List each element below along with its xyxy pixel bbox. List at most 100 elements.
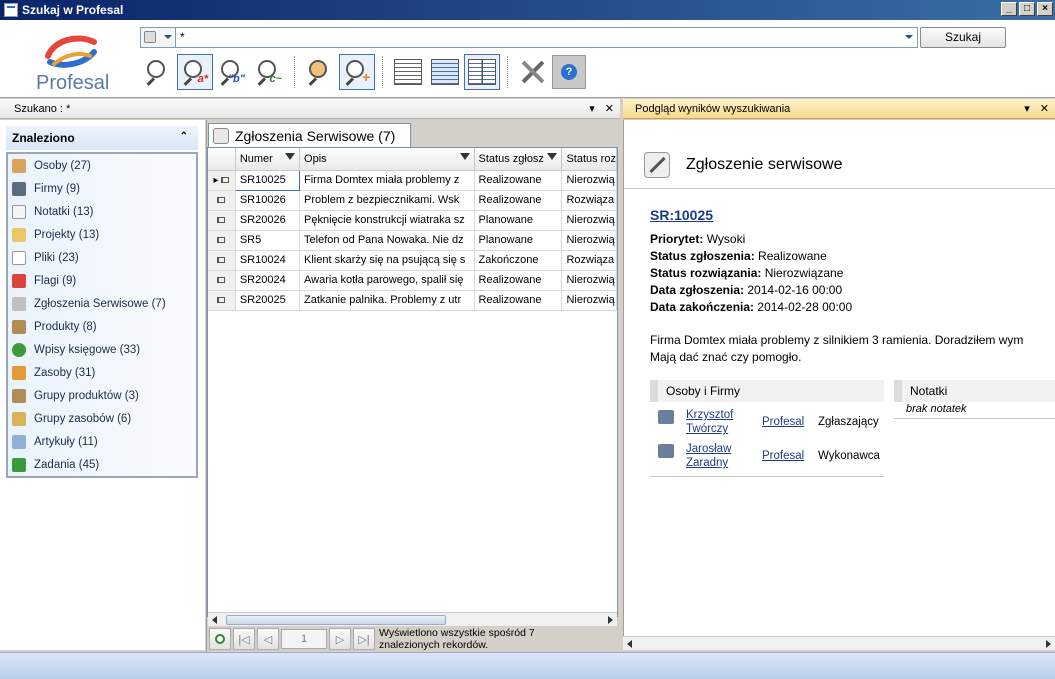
scroll-left-icon[interactable] bbox=[212, 616, 217, 624]
row-selector[interactable]: ▸ bbox=[208, 170, 236, 191]
filter-icon[interactable] bbox=[547, 153, 558, 160]
panel-menu-chevron-icon[interactable]: ▾ bbox=[589, 102, 595, 115]
results-pager: |◁ ◁ 1 ▷ ▷| Wyświetlono wszystkie spośró… bbox=[207, 626, 619, 652]
table-row[interactable]: SR10024 Klient skarży się na psującą się… bbox=[208, 250, 617, 271]
view-details-button[interactable] bbox=[427, 54, 463, 90]
row-selector[interactable] bbox=[208, 210, 236, 231]
row-selector[interactable] bbox=[208, 190, 236, 211]
category-artykuly[interactable]: Artykuły (11) bbox=[8, 430, 196, 453]
search-prefix-button[interactable]: a* bbox=[177, 54, 213, 90]
refresh-button[interactable] bbox=[209, 628, 231, 650]
view-list-button[interactable] bbox=[390, 54, 426, 90]
close-window-button[interactable]: × bbox=[1037, 2, 1053, 16]
column-header-status-zgloszenia[interactable]: Status zgłosz bbox=[474, 148, 563, 171]
logo-text: Profesal bbox=[36, 72, 110, 94]
service-description: Firma Domtex miała problemy z silnikiem … bbox=[650, 333, 1024, 364]
filter-icon[interactable] bbox=[285, 153, 296, 160]
column-header-status-rozwiazania[interactable]: Status roz bbox=[561, 148, 617, 171]
category-flagi[interactable]: Flagi (9) bbox=[8, 269, 196, 292]
chevron-down-icon bbox=[164, 35, 172, 39]
page-number-input[interactable]: 1 bbox=[281, 629, 327, 649]
split-view-icon bbox=[468, 59, 496, 85]
flag-icon bbox=[12, 273, 26, 288]
row-selector[interactable] bbox=[208, 270, 236, 291]
scroll-left-icon[interactable] bbox=[627, 640, 632, 648]
category-firmy[interactable]: Firmy (9) bbox=[8, 177, 196, 200]
found-panel: Znaleziono ⌃ Osoby (27) Firmy (9) Notatk… bbox=[0, 120, 205, 650]
people-companies-header: Osoby i Firmy bbox=[650, 380, 884, 402]
category-grupy-produktow[interactable]: Grupy produktów (3) bbox=[8, 384, 196, 407]
service-icon bbox=[213, 127, 229, 144]
search-type-dropdown[interactable] bbox=[140, 26, 176, 48]
scroll-thumb[interactable] bbox=[226, 615, 446, 625]
company-link[interactable]: Profesal bbox=[762, 450, 804, 462]
column-header-numer[interactable]: Numer bbox=[235, 148, 301, 171]
filter-icon[interactable] bbox=[459, 153, 470, 160]
settings-button[interactable] bbox=[515, 54, 551, 90]
category-projekty[interactable]: Projekty (13) bbox=[8, 223, 196, 246]
table-row[interactable]: SR20025 Zatkanie palnika. Problemy z utr… bbox=[208, 290, 617, 311]
category-produkty[interactable]: Produkty (8) bbox=[8, 315, 196, 338]
category-zgloszenia[interactable]: Zgłoszenia Serwisowe (7) bbox=[8, 292, 196, 315]
table-row[interactable]: ▸ SR10025 Firma Domtex miała problemy z … bbox=[208, 169, 617, 191]
help-button[interactable]: ? bbox=[552, 55, 586, 89]
field-data-zakonczenia: Data zakończenia: 2014-02-28 00:00 bbox=[650, 300, 853, 314]
notes-header: Notatki bbox=[894, 380, 1055, 402]
search-exact-button[interactable]: "b" bbox=[214, 54, 250, 90]
company-link[interactable]: Profesal bbox=[762, 416, 804, 428]
table-row[interactable]: SR20024 Awaria kotła parowego, spalił si… bbox=[208, 270, 617, 291]
search-button[interactable]: Szukaj bbox=[920, 26, 1006, 48]
results-horizontal-scrollbar[interactable] bbox=[208, 612, 617, 626]
panel-close-icon[interactable]: ✕ bbox=[605, 102, 614, 115]
product-icon bbox=[12, 319, 26, 334]
people-divider bbox=[650, 476, 884, 477]
service-request-link[interactable]: SR:10025 bbox=[650, 207, 713, 223]
category-pliki[interactable]: Pliki (23) bbox=[8, 246, 196, 269]
preview-title: Zgłoszenie serwisowe bbox=[686, 156, 843, 173]
profesal-logo: Profesal bbox=[22, 32, 122, 98]
view-split-button[interactable] bbox=[464, 54, 500, 90]
row-selector[interactable] bbox=[208, 290, 236, 311]
search-all-button[interactable] bbox=[140, 54, 176, 90]
pager-status: Wyświetlono wszystkie spośród 7 znalezio… bbox=[379, 627, 535, 651]
scroll-right-icon[interactable] bbox=[1046, 640, 1051, 648]
preview-panel-header: Podgląd wyników wyszukiwania ▾ ✕ bbox=[623, 99, 1055, 119]
person-role: Zgłaszający bbox=[818, 416, 879, 428]
table-row[interactable]: SR20026 Pęknięcie konstrukcji wiatraka s… bbox=[208, 210, 617, 231]
person-company-icon bbox=[658, 410, 674, 424]
search-fuzzy-button[interactable]: c~ bbox=[251, 54, 287, 90]
person-link[interactable]: Krzysztof bbox=[686, 408, 733, 422]
category-notatki[interactable]: Notatki (13) bbox=[8, 200, 196, 223]
maximize-button[interactable]: □ bbox=[1019, 2, 1035, 16]
search-add-button[interactable]: + bbox=[339, 54, 375, 90]
tab-zgloszenia-serwisowe[interactable]: Zgłoszenia Serwisowe (7) bbox=[208, 123, 411, 147]
found-header[interactable]: Znaleziono ⌃ bbox=[6, 126, 198, 150]
field-data-zgloszenia: Data zgłoszenia: 2014-02-16 00:00 bbox=[650, 283, 843, 297]
last-page-button[interactable]: ▷| bbox=[353, 628, 375, 650]
next-page-button[interactable]: ▷ bbox=[329, 628, 351, 650]
category-wpisy[interactable]: Wpisy księgowe (33) bbox=[8, 338, 196, 361]
category-zasoby[interactable]: Zasoby (31) bbox=[8, 361, 196, 384]
scroll-right-icon[interactable] bbox=[608, 616, 613, 624]
row-selector[interactable] bbox=[208, 250, 236, 271]
table-row[interactable]: SR10026 Problem z bezpiecznikami. Wsk Re… bbox=[208, 190, 617, 211]
minimize-button[interactable]: _ bbox=[1001, 2, 1017, 16]
search-history-chevron-icon[interactable] bbox=[905, 35, 913, 39]
category-grupy-zasobow[interactable]: Grupy zasobów (6) bbox=[8, 407, 196, 430]
preview-close-icon[interactable]: ✕ bbox=[1040, 102, 1049, 115]
preview-horizontal-scrollbar[interactable] bbox=[623, 636, 1055, 650]
pin-icon bbox=[217, 196, 226, 203]
preview-menu-chevron-icon[interactable]: ▾ bbox=[1024, 102, 1030, 115]
row-selector[interactable] bbox=[208, 230, 236, 251]
category-osoby[interactable]: Osoby (27) bbox=[8, 154, 196, 177]
collapse-icon[interactable]: ⌃ bbox=[180, 131, 188, 142]
search-input[interactable]: * bbox=[176, 26, 918, 48]
table-row[interactable]: SR5 Telefon od Pana Nowaka. Nie dz Plano… bbox=[208, 230, 617, 251]
person-link[interactable]: Jarosław bbox=[686, 442, 731, 456]
results-grid: Numer Opis Status zgłosz Status roz ▸ SR… bbox=[207, 147, 618, 617]
column-header-opis[interactable]: Opis bbox=[299, 148, 475, 171]
prev-page-button[interactable]: ◁ bbox=[257, 628, 279, 650]
search-web-button[interactable] bbox=[302, 54, 338, 90]
category-zadania[interactable]: Zadania (45) bbox=[8, 453, 196, 476]
first-page-button[interactable]: |◁ bbox=[233, 628, 255, 650]
